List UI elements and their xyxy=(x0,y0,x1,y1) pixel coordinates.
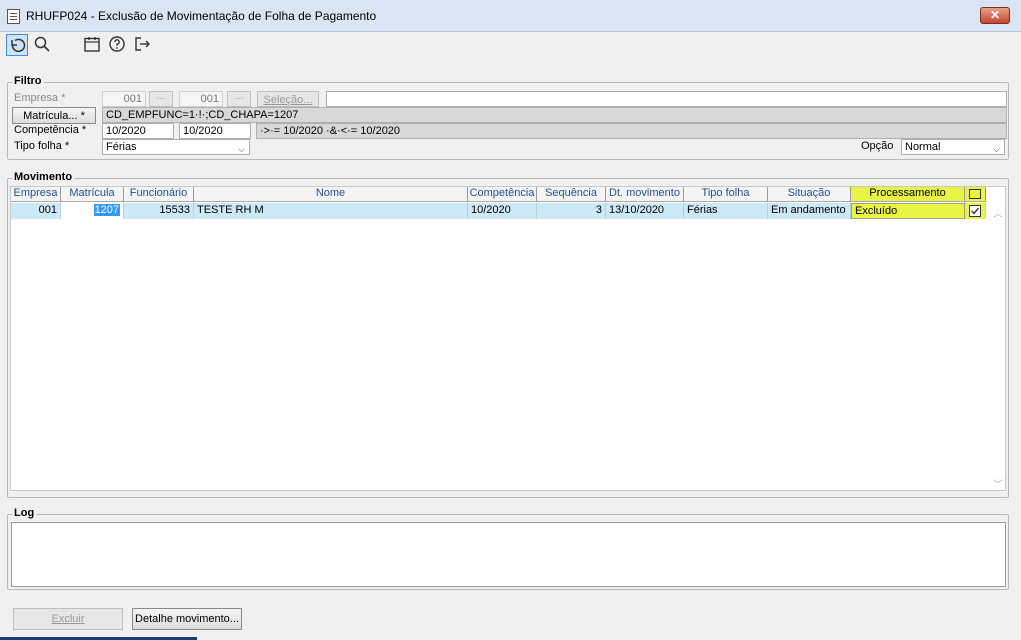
cell-dt-movimento[interactable]: 13/10/2020 xyxy=(606,203,684,219)
cell-sequencia[interactable]: 3 xyxy=(537,203,606,219)
scroll-down-icon[interactable]: ﹀ xyxy=(993,476,1003,491)
cell-processamento[interactable]: Excluído xyxy=(851,203,965,219)
filtro-title: Filtro xyxy=(12,75,44,87)
log-title: Log xyxy=(12,507,37,519)
column-header[interactable]: Matrícula xyxy=(61,187,124,202)
scroll-up-icon[interactable]: ︿ xyxy=(993,205,1003,220)
checkbox-checked-icon xyxy=(969,205,981,217)
excluir-button[interactable]: Excluir xyxy=(13,608,123,630)
opcao-value: Normal xyxy=(905,141,941,153)
competencia-to-field[interactable]: 10/2020 xyxy=(179,123,251,139)
empresa-from-field[interactable]: 001 xyxy=(102,91,146,107)
selecao-button[interactable]: Seleção... xyxy=(257,91,319,107)
cell-situacao[interactable]: Em andamento xyxy=(768,203,851,219)
exit-icon xyxy=(135,37,150,51)
column-header[interactable]: Situação xyxy=(768,187,851,202)
selecao-field[interactable] xyxy=(326,91,1007,107)
document-icon xyxy=(7,9,20,24)
column-header-processamento[interactable]: Processamento xyxy=(851,187,965,202)
competencia-from-field[interactable]: 10/2020 xyxy=(102,123,174,139)
chevron-down-icon: ⌵ xyxy=(238,144,245,154)
help-button[interactable] xyxy=(108,35,128,55)
search-icon xyxy=(34,36,50,52)
select-all-checkbox[interactable] xyxy=(965,187,986,202)
detalhe-movimento-button[interactable]: Detalhe movimento... xyxy=(132,608,242,630)
opcao-select[interactable]: Normal ⌵ xyxy=(901,139,1005,155)
calendar-button[interactable] xyxy=(83,35,103,55)
cell-nome[interactable]: TESTE RH M xyxy=(194,203,468,219)
undo-button[interactable] xyxy=(6,34,28,56)
close-button[interactable]: ✕ xyxy=(980,7,1010,24)
column-header[interactable]: Competência xyxy=(468,187,537,202)
undo-icon xyxy=(11,38,26,53)
tipo-folha-select[interactable]: Férias ⌵ xyxy=(102,139,250,155)
calendar-icon xyxy=(84,37,100,52)
row-checkbox[interactable] xyxy=(965,203,986,219)
movimento-grid[interactable] xyxy=(10,186,1006,491)
cell-competencia[interactable]: 10/2020 xyxy=(468,203,537,219)
exit-button[interactable] xyxy=(133,35,153,55)
matricula-button-label: Matrícula... * xyxy=(23,110,85,122)
window-title: RHUFP024 - Exclusão de Movimentação de F… xyxy=(26,9,377,23)
movimento-title: Movimento xyxy=(12,171,75,183)
competencia-expression: ·>·= 10/2020 ·&·<·= 10/2020 xyxy=(256,123,1007,139)
column-header[interactable]: Nome xyxy=(194,187,468,202)
competencia-label: Competência * xyxy=(14,124,87,136)
column-header[interactable]: Funcionário xyxy=(124,187,194,202)
opcao-label: Opção xyxy=(861,140,894,152)
cell-funcionario[interactable]: 15533 xyxy=(124,203,194,219)
tipo-folha-label: Tipo folha * xyxy=(14,140,70,152)
matricula-button[interactable]: Matrícula... * xyxy=(12,107,96,124)
chevron-down-icon: ⌵ xyxy=(993,144,1000,154)
help-icon xyxy=(109,36,125,52)
column-header[interactable]: Empresa xyxy=(11,187,61,202)
empresa-from-lookup-button[interactable]: ⋯ xyxy=(149,91,173,107)
log-textarea[interactable] xyxy=(11,522,1006,587)
cell-matricula[interactable]: 1207 xyxy=(61,203,124,219)
cell-empresa[interactable]: 001 xyxy=(11,203,61,219)
tipo-folha-value: Férias xyxy=(106,141,137,153)
column-header[interactable]: Sequência xyxy=(537,187,606,202)
search-button[interactable] xyxy=(33,35,53,55)
column-header[interactable]: Dt. movimento xyxy=(606,187,684,202)
empresa-to-field[interactable]: 001 xyxy=(179,91,223,107)
cell-matricula-value: 1207 xyxy=(93,204,120,216)
checkbox-icon xyxy=(969,189,981,199)
matricula-value: CD_EMPFUNC=1·!·;CD_CHAPA=1207 xyxy=(102,107,1007,123)
empresa-to-lookup-button[interactable]: ⋯ xyxy=(227,91,251,107)
empresa-label: Empresa * xyxy=(14,92,66,104)
cell-tipo-folha[interactable]: Férias xyxy=(684,203,768,219)
column-header[interactable]: Tipo folha xyxy=(684,187,768,202)
